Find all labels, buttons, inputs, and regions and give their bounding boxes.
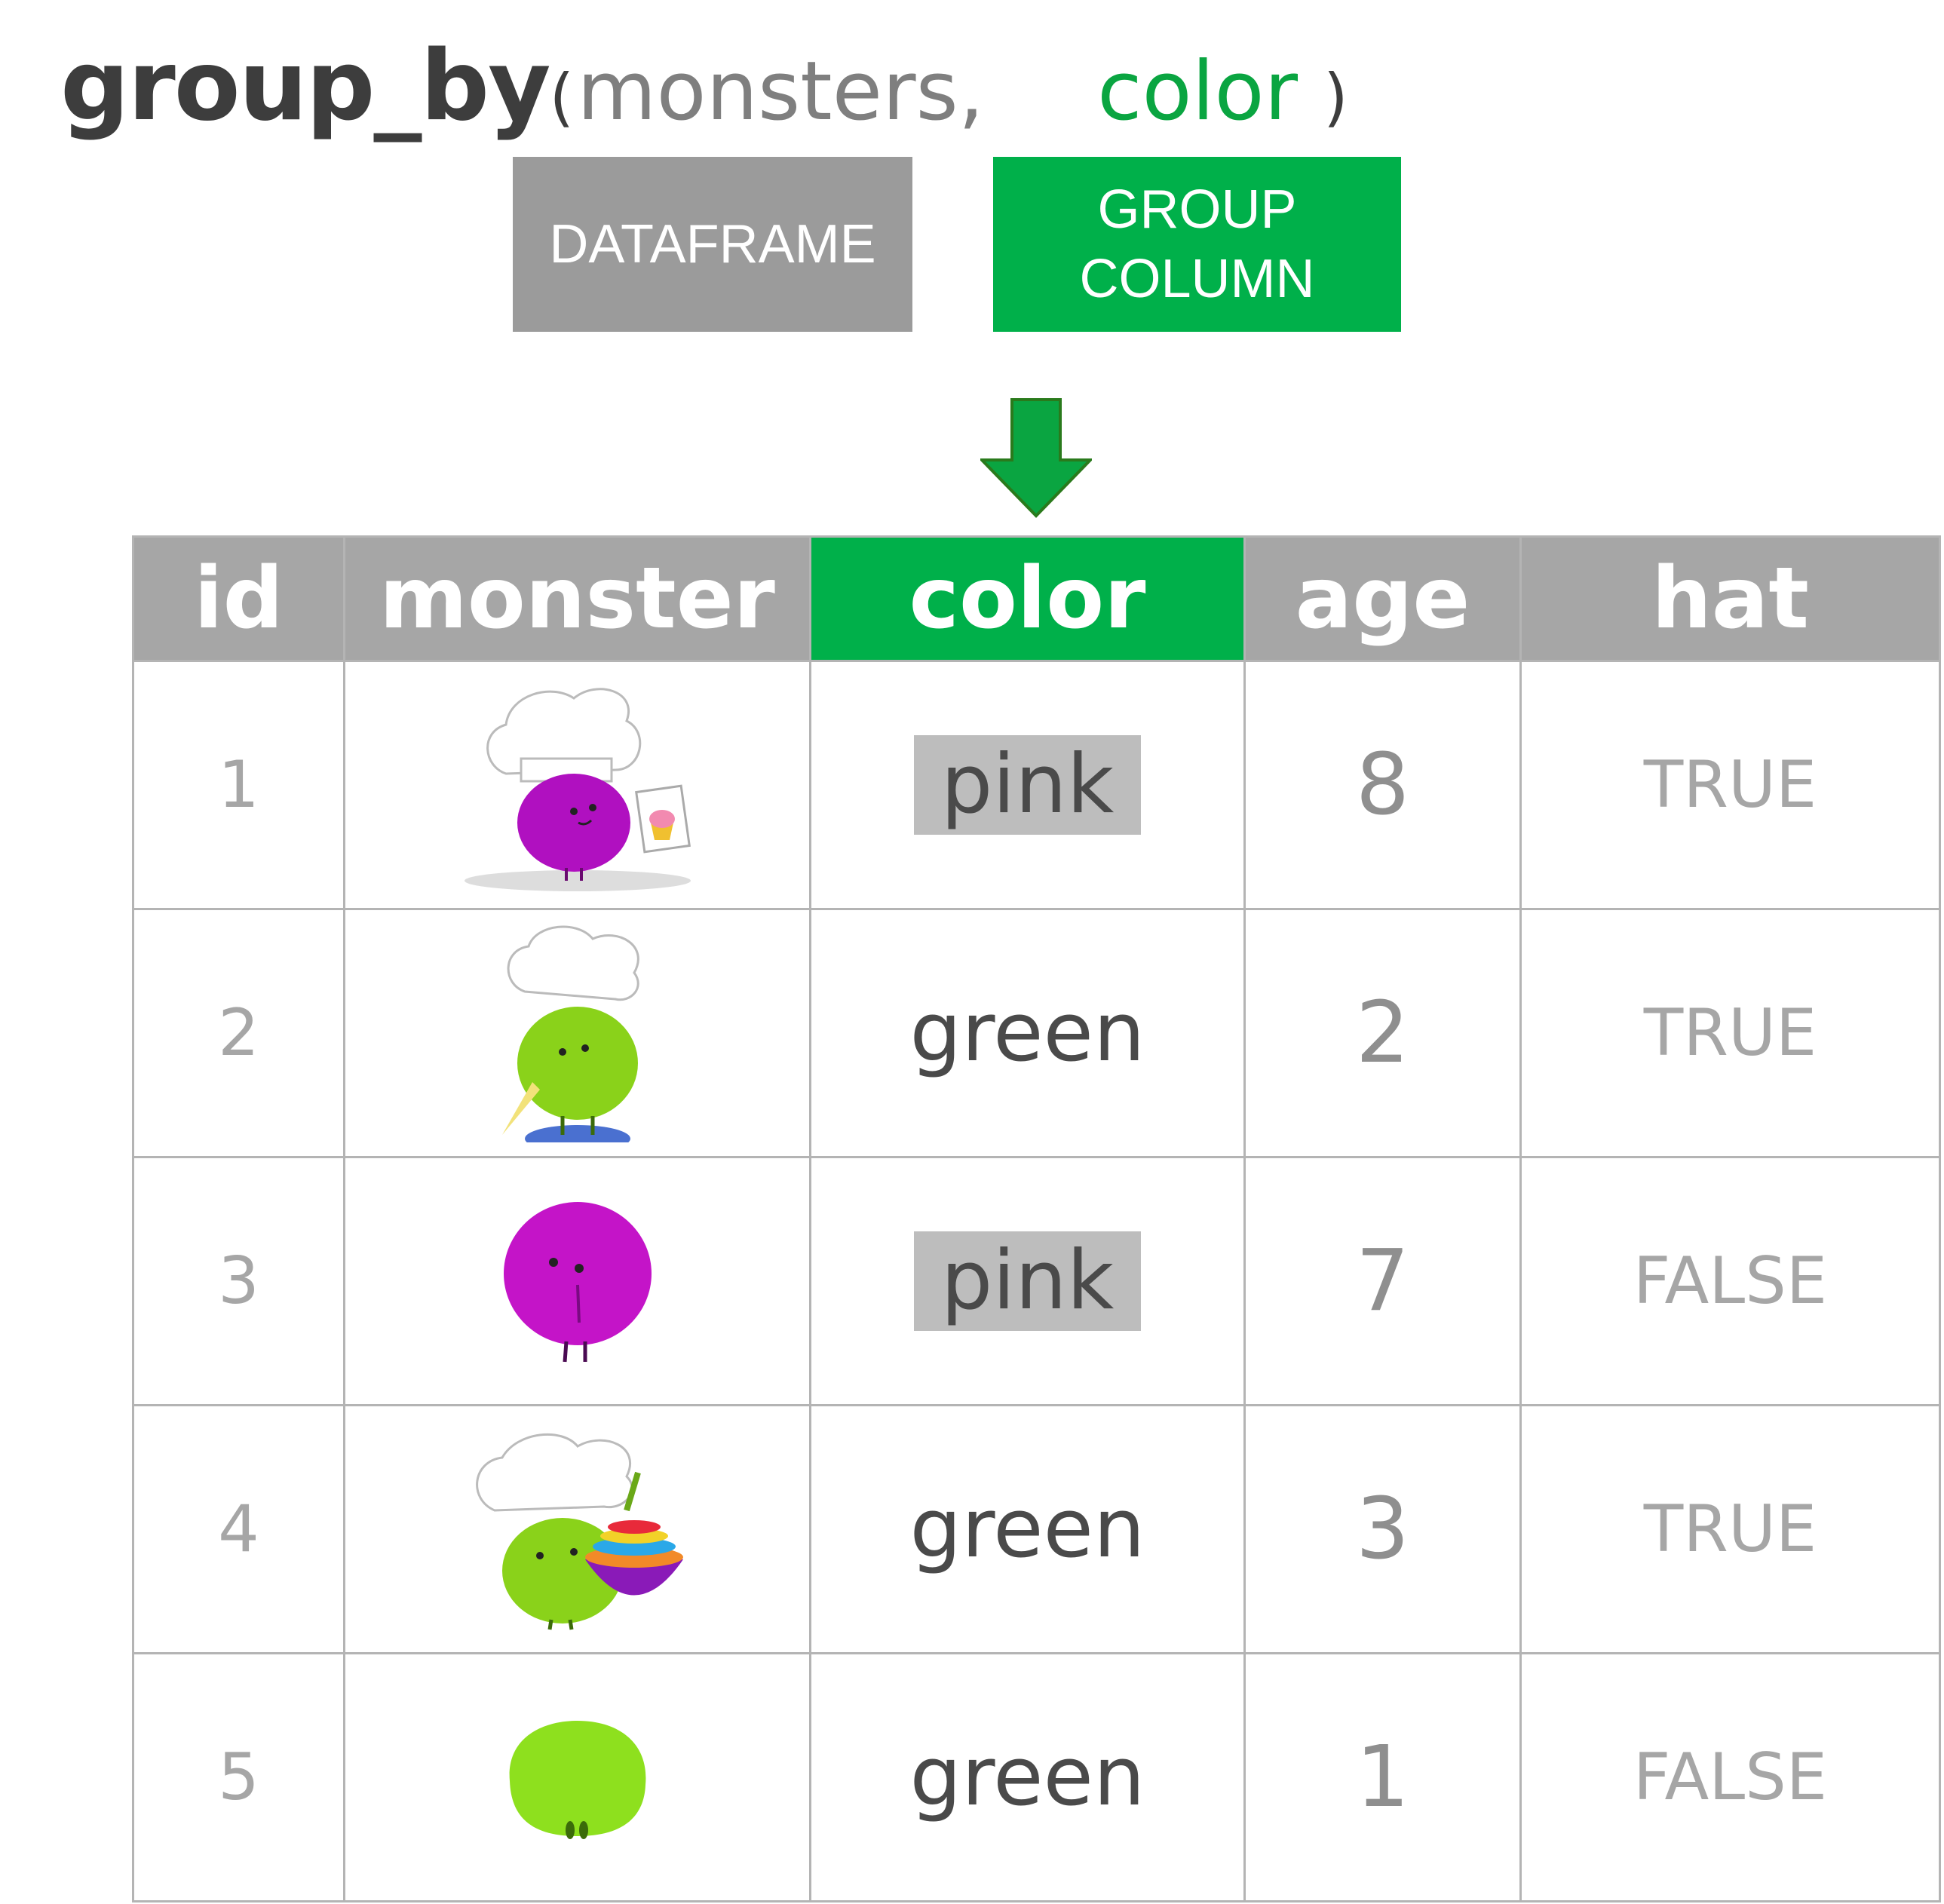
green-monster-icon [509, 1721, 645, 1839]
cell-monster [343, 1652, 811, 1902]
cell-age: 2 [1243, 908, 1522, 1158]
cell-hat: TRUE [1519, 908, 1941, 1158]
cell-id: 1 [132, 660, 345, 910]
cell-monster [343, 1404, 811, 1654]
cell-hat: TRUE [1519, 1404, 1941, 1654]
cell-age: 1 [1243, 1652, 1522, 1902]
cell-color: pink [809, 1156, 1246, 1406]
dataframe-arg: monsters, [577, 44, 985, 139]
group-column-label-line2: COLUMN [1079, 249, 1315, 309]
close-paren: ) [1323, 60, 1348, 134]
color-value: green [909, 1730, 1145, 1824]
cell-monster [343, 660, 811, 910]
pink-monster-chef-cupcake-icon [464, 688, 691, 891]
down-arrow-icon [980, 398, 1092, 518]
header-color: color [809, 535, 1246, 662]
table-row: 5 green 1 FALSE [132, 1652, 1941, 1902]
header-row: id monster color age hat [132, 535, 1941, 662]
cell-hat: TRUE [1519, 660, 1941, 910]
cell-color: green [809, 1652, 1246, 1902]
open-paren: ( [549, 60, 575, 134]
green-monster-chef-bowls-icon [475, 1433, 683, 1630]
cell-monster [343, 1156, 811, 1406]
header-id: id [132, 535, 345, 662]
dataframe-label: DATAFRAME [513, 157, 912, 332]
cell-monster [343, 908, 811, 1158]
cell-age: 7 [1243, 1156, 1522, 1406]
pink-monster-icon [503, 1202, 652, 1363]
cell-color: green [809, 908, 1246, 1158]
code-line: group_by ( monsters, color ) [60, 30, 1348, 143]
cell-hat: FALSE [1519, 1156, 1941, 1406]
table-row: 4 green 3 TRUE [132, 1404, 1941, 1654]
cell-age: 8 [1243, 660, 1522, 910]
table-row: 1 pink 8 TRUE [132, 660, 1941, 910]
group-column-label-line1: GROUP [1097, 179, 1297, 240]
header-age: age [1243, 535, 1522, 662]
color-value: green [909, 986, 1145, 1080]
cell-id: 4 [132, 1404, 345, 1654]
color-value-highlight: pink [913, 735, 1142, 835]
color-value: green [909, 1482, 1145, 1576]
group-column-label: GROUP COLUMN [993, 157, 1401, 332]
cell-id: 5 [132, 1652, 345, 1902]
dataframe-label-text: DATAFRAME [549, 214, 876, 274]
monsters-table: id monster color age hat 1 pink 8 TRUE 2… [132, 535, 1941, 1902]
cell-hat: FALSE [1519, 1652, 1941, 1902]
header-monster: monster [343, 535, 811, 662]
cell-color: pink [809, 660, 1246, 910]
header-hat: hat [1519, 535, 1941, 662]
cell-age: 3 [1243, 1404, 1522, 1654]
cell-id: 2 [132, 908, 345, 1158]
cell-id: 3 [132, 1156, 345, 1406]
cell-color: green [809, 1404, 1246, 1654]
green-monster-chef-icon [501, 925, 639, 1142]
color-value-highlight: pink [913, 1231, 1142, 1331]
function-name: group_by [60, 30, 550, 143]
table-row: 2 green 2 TRUE [132, 908, 1941, 1158]
group-arg: color [1097, 44, 1299, 139]
table-row: 3 pink 7 FALSE [132, 1156, 1941, 1406]
